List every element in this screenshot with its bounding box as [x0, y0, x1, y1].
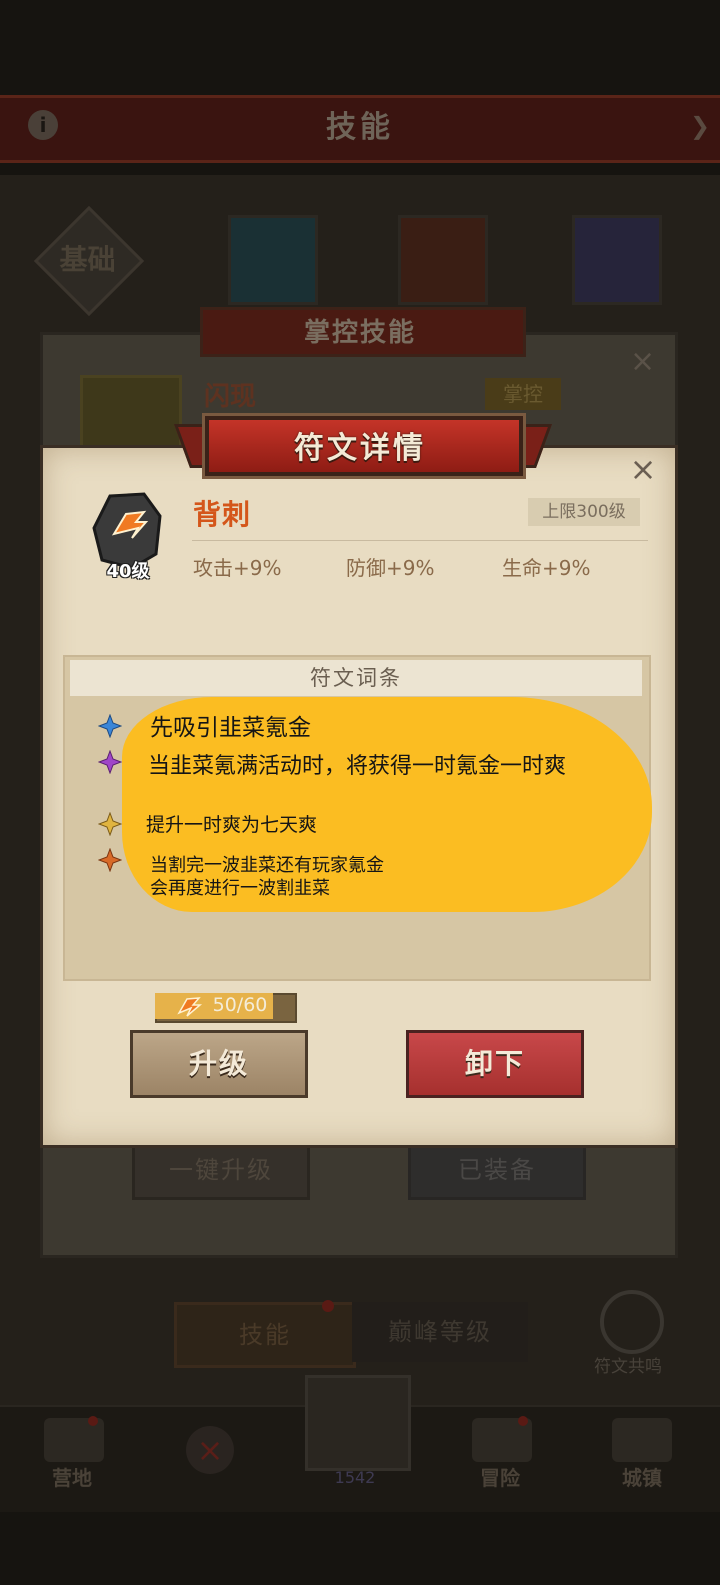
nav-center-button[interactable] [305, 1375, 411, 1471]
upgrade-all-button[interactable]: 一键升级 [132, 1140, 310, 1200]
stat-attack: 攻击+9% [193, 556, 282, 580]
rune-entries-header: 符文词条 [70, 660, 642, 696]
skill-name: 闪现 [204, 382, 257, 412]
back-arrow-icon[interactable]: ❯ [690, 112, 710, 140]
modal-title: 符文详情 [294, 431, 426, 466]
skill-portrait [80, 375, 182, 451]
gold-diamond-icon [98, 812, 122, 836]
stats-divider [192, 540, 648, 541]
rune-entry: 先吸引韭菜氪金 [150, 715, 311, 741]
mastery-banner-title: 掌控技能 [303, 318, 416, 348]
close-icon[interactable]: × [626, 452, 660, 486]
nav-town-label: 城镇 [622, 1466, 662, 1490]
nav-adventure-label: 冒险 [480, 1466, 520, 1490]
rune-entry-line2: 会再度进行一波割韭菜 [150, 878, 330, 899]
equipped-button[interactable]: 已装备 [408, 1140, 586, 1200]
notification-dot [518, 1416, 528, 1426]
notification-dot [322, 1300, 334, 1312]
nav-center-count: 1542 [334, 1468, 376, 1487]
stat-health: 生命+9% [502, 556, 591, 580]
rune-level: 40级 [106, 561, 150, 582]
unequip-button[interactable]: 卸下 [406, 1030, 584, 1098]
tab-basic-label: 基础 [59, 243, 116, 276]
blue-diamond-icon [98, 714, 122, 738]
locked-icon[interactable]: × [186, 1426, 234, 1474]
rune-resonance-label: 符文共鸣 [594, 1357, 662, 1377]
mastery-close-icon[interactable]: × [630, 344, 655, 379]
skill-slot-1[interactable] [228, 215, 318, 305]
stat-defense: 防御+9% [346, 556, 435, 580]
skill-slot-3[interactable] [572, 215, 662, 305]
upgrade-progress-text: 50/60 [212, 994, 268, 1016]
rune-name: 背刺 [193, 498, 252, 531]
skill-tag: 掌控 [485, 378, 561, 410]
purple-diamond-icon [98, 750, 122, 774]
nav-camp-label: 营地 [52, 1466, 92, 1490]
rune-entry: 当韭菜氪满活动时，将获得一时氪金一时爽 [148, 754, 567, 779]
level-cap-badge: 上限300级 [528, 498, 640, 526]
page-title: 技能 [326, 110, 394, 145]
notification-dot [88, 1416, 98, 1426]
skill-slot-2[interactable] [398, 215, 488, 305]
town-icon[interactable] [612, 1418, 672, 1462]
rune-resonance-icon[interactable] [600, 1290, 664, 1354]
rune-entry: 提升一时爽为七天爽 [146, 814, 318, 836]
orange-diamond-icon [98, 848, 122, 872]
tab-peak-level[interactable]: 巅峰等级 [352, 1302, 528, 1362]
upgrade-button[interactable]: 升级 [130, 1030, 308, 1098]
